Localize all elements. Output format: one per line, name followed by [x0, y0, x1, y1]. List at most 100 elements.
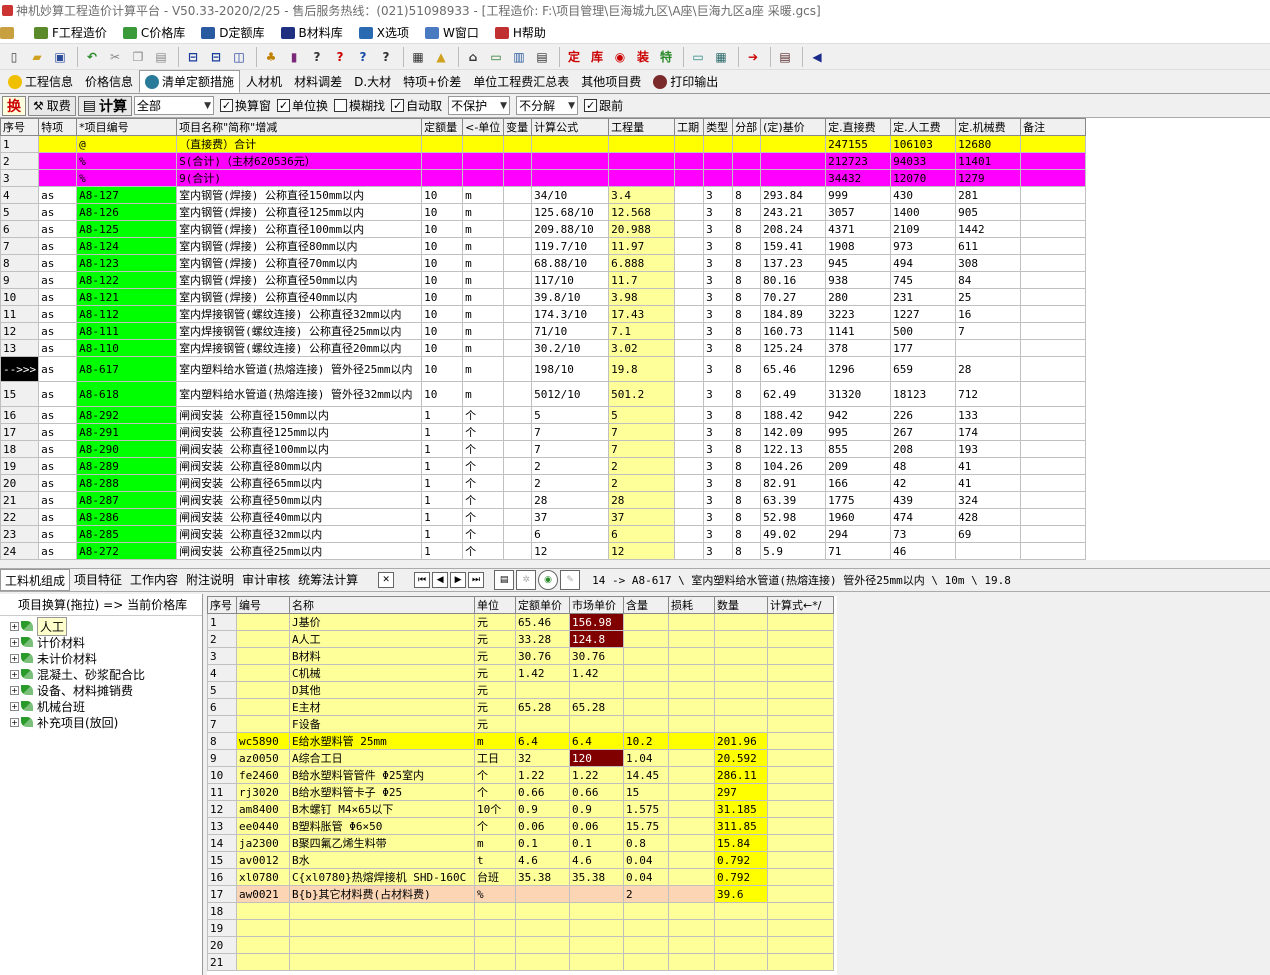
cell-sh[interactable] [668, 664, 715, 682]
cell-unit[interactable]: m [462, 254, 505, 272]
table-row[interactable]: 9 az0050 A综合工日 工日 32 120 1.04 20.592 [207, 749, 834, 767]
cell-sh[interactable] [668, 936, 715, 954]
cell-unit[interactable]: 台班 [474, 868, 516, 886]
cell-mp[interactable]: 1.42 [569, 664, 624, 682]
cell-bz[interactable] [1020, 135, 1087, 153]
cell-gcl[interactable]: 7.1 [608, 322, 676, 340]
cell-price[interactable]: 137.23 [760, 254, 827, 272]
table-row[interactable]: 17 as A8-291 闸阀安装 公称直径125mm以内 1 个 7 7 3 8 142.09 99… [0, 423, 1087, 441]
cell-name[interactable]: 室内钢管(焊接) 公称直径125mm以内 [176, 203, 423, 221]
cell-bz[interactable] [1020, 508, 1087, 526]
cell-hl[interactable]: 0.04 [623, 851, 669, 869]
cell-gcl[interactable]: 5 [608, 406, 676, 424]
cell-unit[interactable]: 个 [462, 440, 505, 458]
money-icon[interactable]: ▭ [486, 47, 506, 67]
cell-var[interactable] [503, 381, 533, 407]
cell-hl[interactable] [623, 953, 669, 971]
cell-unit[interactable]: 个 [474, 766, 516, 784]
cell-mp[interactable]: 0.06 [569, 817, 624, 835]
prev-record-icon[interactable]: ◀ [432, 572, 449, 588]
menu-item-3[interactable]: D定额库 [201, 24, 265, 41]
print-icon[interactable]: ▤ [532, 47, 552, 67]
cell-unit[interactable]: m [462, 203, 505, 221]
cell-mp[interactable] [569, 681, 624, 699]
table-row[interactable]: 15 av0012 B水 t 4.6 4.6 0.04 0.792 [207, 851, 834, 869]
cell-n[interactable]: 16 [207, 868, 237, 886]
cell-mp[interactable]: 35.38 [569, 868, 624, 886]
cell-dp[interactable]: 33.28 [515, 630, 570, 648]
column-header[interactable]: <-单位 [462, 118, 505, 136]
flag-icon[interactable]: ◀ [807, 47, 827, 67]
cell-rgf[interactable]: 231 [890, 288, 957, 306]
cell-zjf[interactable]: 1908 [825, 237, 892, 255]
column-header[interactable]: 定额单价 [515, 596, 570, 614]
cell-mp[interactable]: 124.8 [569, 630, 624, 648]
table-row[interactable]: 1 J基价元 65.46 156.98 [207, 613, 834, 631]
cell-gcl[interactable]: 11.97 [608, 237, 676, 255]
cell-code[interactable]: A8-124 [76, 237, 178, 255]
cell-gq[interactable] [674, 152, 705, 170]
cell-calc[interactable] [767, 885, 834, 903]
cell-type[interactable]: 3 [703, 203, 734, 221]
cell-hl[interactable]: 0.04 [623, 868, 669, 886]
cell-sl[interactable] [714, 698, 768, 716]
cell-unit[interactable]: 元 [474, 698, 516, 716]
cell-type[interactable]: 3 [703, 339, 734, 357]
cell-name[interactable]: F设备 [289, 715, 475, 733]
cell-name[interactable] [289, 936, 475, 954]
new-icon[interactable]: ▯ [4, 47, 24, 67]
cell-rgf[interactable]: 12070 [890, 169, 957, 187]
cell-jxf[interactable]: 133 [955, 406, 1022, 424]
cell-dp[interactable] [515, 919, 570, 937]
table-row[interactable]: 9 as A8-122 室内钢管(焊接) 公称直径50mm以内 10 m 117/10 11.… [0, 271, 1087, 289]
cell-code[interactable] [236, 647, 290, 665]
cell-hl[interactable] [623, 681, 669, 699]
table-row[interactable]: 3 B材料元 30.76 30.76 [207, 647, 834, 665]
cell-rgf[interactable]: 430 [890, 186, 957, 204]
ding-icon[interactable]: 定 [564, 47, 584, 67]
cell-name[interactable]: 室内钢管(焊接) 公称直径100mm以内 [176, 220, 423, 238]
cell-var[interactable] [503, 508, 533, 526]
cell-sh[interactable] [668, 698, 715, 716]
table-row[interactable]: 22 as A8-286 闸阀安装 公称直径40mm以内 1 个 37 37 3 8 52.98 19… [0, 508, 1087, 526]
cell-n[interactable]: 6 [207, 698, 237, 716]
cell-calc[interactable] [767, 613, 834, 631]
cell-gq[interactable] [674, 135, 705, 153]
cell-dp[interactable] [515, 902, 570, 920]
table-row[interactable]: 5 as A8-126 室内钢管(焊接) 公称直径125mm以内 10 m 125.68/1… [0, 203, 1087, 221]
cell-mp[interactable] [569, 715, 624, 733]
cell-mp[interactable] [569, 885, 624, 903]
cell-var[interactable] [503, 271, 533, 289]
cell-code[interactable]: A8-126 [76, 203, 178, 221]
cell-fb[interactable]: 8 [732, 356, 762, 382]
cell-jxf[interactable]: 12680 [955, 135, 1022, 153]
cell-n[interactable]: 12 [207, 800, 237, 818]
cell-sl[interactable]: 39.6 [714, 885, 768, 903]
cell-price[interactable]: 80.16 [760, 271, 827, 289]
option-checkbox-0[interactable]: ✓ 换算窗 [220, 97, 271, 114]
cell-unit[interactable]: 元 [474, 715, 516, 733]
cell-n[interactable]: 7 [0, 237, 40, 255]
cell-type[interactable]: 3 [703, 423, 734, 441]
cell-n[interactable]: 19 [0, 457, 40, 475]
table-row[interactable]: 4 C机械元 1.42 1.42 [207, 664, 834, 682]
cell-sh[interactable] [668, 919, 715, 937]
column-header[interactable]: 定.直接费 [825, 118, 892, 136]
cell-n[interactable]: 15 [207, 851, 237, 869]
cell-price[interactable]: 70.27 [760, 288, 827, 306]
cell-gcl[interactable]: 28 [608, 491, 676, 509]
cell-zjf[interactable]: 166 [825, 474, 892, 492]
cell-name[interactable]: （直接费）合计 [176, 135, 423, 153]
cell-gq[interactable] [674, 305, 705, 323]
qufei-button[interactable]: ⚒ 取费 [28, 95, 76, 116]
cell-code[interactable]: A8-292 [76, 406, 178, 424]
cell-dp[interactable] [515, 936, 570, 954]
cell-hl[interactable] [623, 715, 669, 733]
cell-fb[interactable]: 8 [732, 508, 762, 526]
cell-n[interactable]: 13 [207, 817, 237, 835]
cell-unit[interactable] [462, 169, 505, 187]
cell-unit[interactable] [474, 919, 516, 937]
cell-mp[interactable]: 156.98 [569, 613, 624, 631]
cell-type[interactable]: 3 [703, 186, 734, 204]
cell-type[interactable]: 3 [703, 508, 734, 526]
